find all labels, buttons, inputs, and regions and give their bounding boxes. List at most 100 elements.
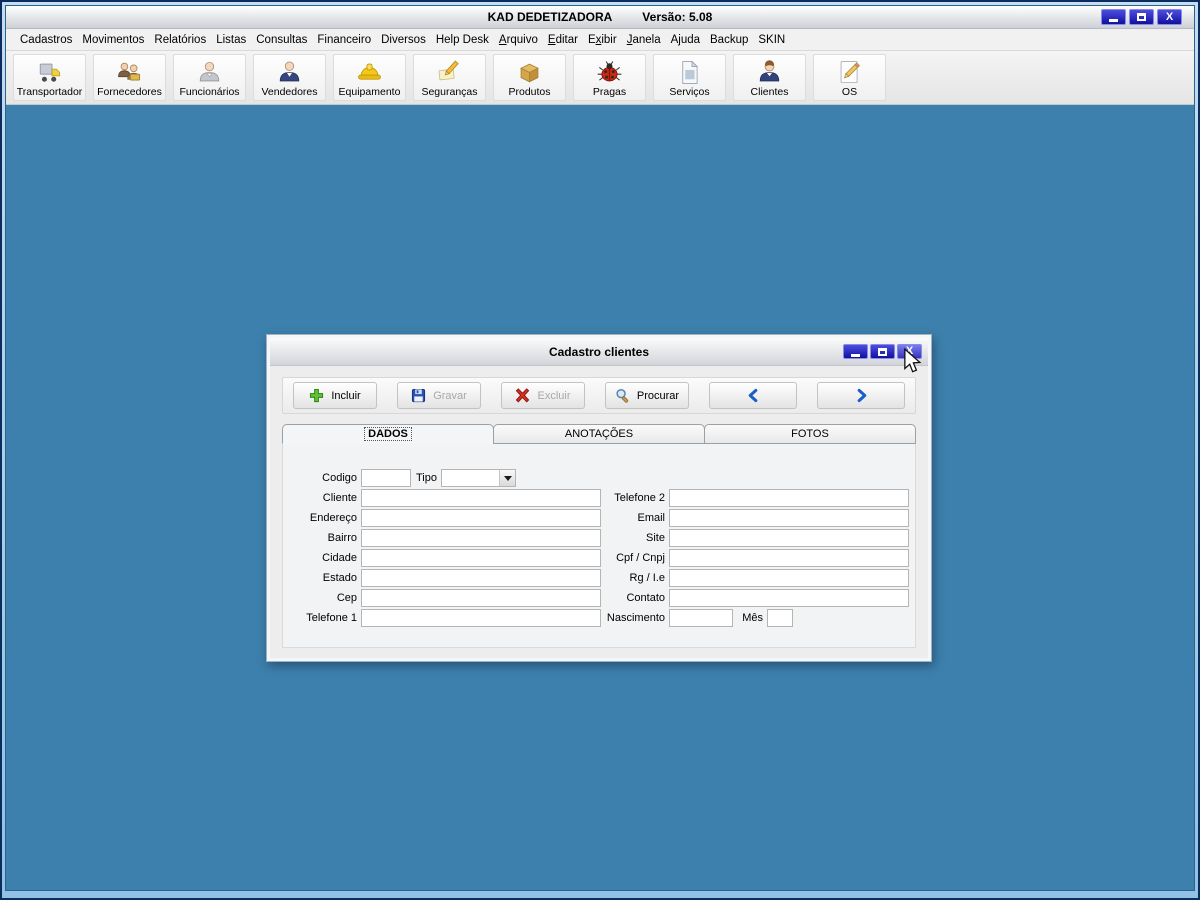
chevron-left-icon [748,388,757,403]
endereco-label: Endereço [309,512,357,524]
toolbar-item-label: Vendedores [261,86,318,98]
telefone2-input[interactable] [669,489,909,507]
cliente-input[interactable] [361,489,601,507]
menu-item-financeiro[interactable]: Financeiro [312,31,376,49]
estado-input[interactable] [361,569,601,587]
menu-item-listas[interactable]: Listas [211,31,251,49]
toolbar-item-segurancas[interactable]: Seguranças [413,54,486,101]
menu-item-relat-rios[interactable]: Relatórios [149,31,211,49]
cidade-input[interactable] [361,549,601,567]
main-window-controls: X [1101,9,1182,25]
toolbar-item-label: Seguranças [421,86,478,98]
menu-item-skin[interactable]: SKIN [753,31,790,49]
tab-fotos[interactable]: FOTOS [704,424,916,444]
hardhat-icon [358,63,381,80]
menu-item-ajuda[interactable]: Ajuda [666,31,705,49]
form-row: Telefone 1 [291,608,601,628]
menu-item-cadastros[interactable]: Cadastros [15,31,77,49]
incluir-button[interactable]: Incluir [293,382,377,409]
cliente-label: Cliente [322,492,357,504]
form-row: Rg / I.e [605,568,909,588]
maximize-button[interactable] [1129,9,1154,25]
menu-item-exibir[interactable]: Exibir [583,31,622,49]
cep-label: Cep [336,592,357,604]
minimize-button[interactable] [1101,9,1126,25]
dialog-maximize-button[interactable] [870,344,895,359]
form-row: Estado [291,568,601,588]
gravar-label: Gravar [433,389,467,402]
procurar-label: Procurar [636,389,680,402]
form-row: Bairro [291,528,601,548]
excluir-button[interactable]: Excluir [501,382,585,409]
tab-dados-label: DADOS [364,427,412,441]
toolbar-item-os[interactable]: OS [813,54,886,101]
toolbar-item-produtos[interactable]: Produtos [493,54,566,101]
gravar-button[interactable]: Gravar [397,382,481,409]
nascimento-input[interactable] [669,609,733,627]
tab-anotacoes[interactable]: ANOTAÇÕES [493,424,705,444]
safety-note-icon [438,60,459,81]
dialog-close-button[interactable]: X [897,344,922,359]
toolbar-item-transportador[interactable]: Transportador [13,54,86,101]
toolbar-item-funcionarios[interactable]: Funcionários [173,54,246,101]
rg-ie-input[interactable] [669,569,909,587]
toolbar-item-vendedores[interactable]: Vendedores [253,54,326,101]
dialog-tabs: DADOS ANOTAÇÕES FOTOS [282,424,916,444]
bairro-label: Bairro [327,532,357,544]
form-row: Contato [605,588,909,608]
contato-input[interactable] [669,589,909,607]
truck-icon [39,63,61,82]
endereco-input[interactable] [361,509,601,527]
menu-item-editar[interactable]: Editar [543,31,583,49]
toolbar-item-fornecedores[interactable]: Fornecedores [93,54,166,101]
previous-record-button[interactable] [709,382,797,409]
menu-item-consultas[interactable]: Consultas [251,31,312,49]
toolbar-item-servicos[interactable]: Serviços [653,54,726,101]
cpf-cnpj-input[interactable] [669,549,909,567]
site-input[interactable] [669,529,909,547]
dropdown-arrow-icon[interactable] [499,470,515,486]
toolbar-item-label: Pragas [592,86,627,98]
maximize-icon [1137,13,1146,21]
menu-item-movimentos[interactable]: Movimentos [77,31,149,49]
dialog-title: Cadastro clientes [548,344,650,359]
menu-item-arquivo[interactable]: Arquivo [494,31,543,49]
delete-x-icon [516,388,530,403]
close-button[interactable]: X [1157,9,1182,25]
form-row: Email [605,508,909,528]
toolbar-item-equipamento[interactable]: Equipamento [333,54,406,101]
cep-input[interactable] [361,589,601,607]
form-row: Telefone 2 [605,488,909,508]
tab-content-dados: Codigo Tipo Cliente Endereço Bairro Cida… [282,444,916,648]
codigo-input[interactable] [361,469,411,487]
menu-item-backup[interactable]: Backup [705,31,753,49]
email-input[interactable] [669,509,909,527]
telefone1-input[interactable] [361,609,601,627]
menu-item-diversos[interactable]: Diversos [376,31,431,49]
procurar-button[interactable]: Procurar [605,382,689,409]
next-record-button[interactable] [817,382,905,409]
form-row: Cep [291,588,601,608]
mes-input[interactable] [767,609,793,627]
estado-label: Estado [322,572,357,584]
telefone2-label: Telefone 2 [614,492,665,504]
maximize-icon [878,347,887,356]
toolbar-item-pragas[interactable]: Pragas [573,54,646,101]
pencil-sheet-icon [840,61,860,84]
toolbar-item-label: Serviços [669,86,710,98]
ladybug-icon [597,61,622,82]
menu-item-janela[interactable]: Janela [622,31,666,49]
toolbar-item-clientes[interactable]: Clientes [733,54,806,101]
tipo-label: Tipo [416,472,437,484]
bairro-input[interactable] [361,529,601,547]
box-icon [520,63,539,83]
toolbar-item-label: Clientes [750,86,789,98]
form-row: Cliente [291,488,601,508]
tipo-select[interactable] [441,469,516,487]
dialog-minimize-button[interactable] [843,344,868,359]
menu-item-help-desk[interactable]: Help Desk [431,31,494,49]
form-row: Endereço [291,508,601,528]
dialog-titlebar[interactable]: Cadastro clientes X [270,338,928,366]
search-icon [616,388,629,403]
tab-dados[interactable]: DADOS [282,424,494,444]
